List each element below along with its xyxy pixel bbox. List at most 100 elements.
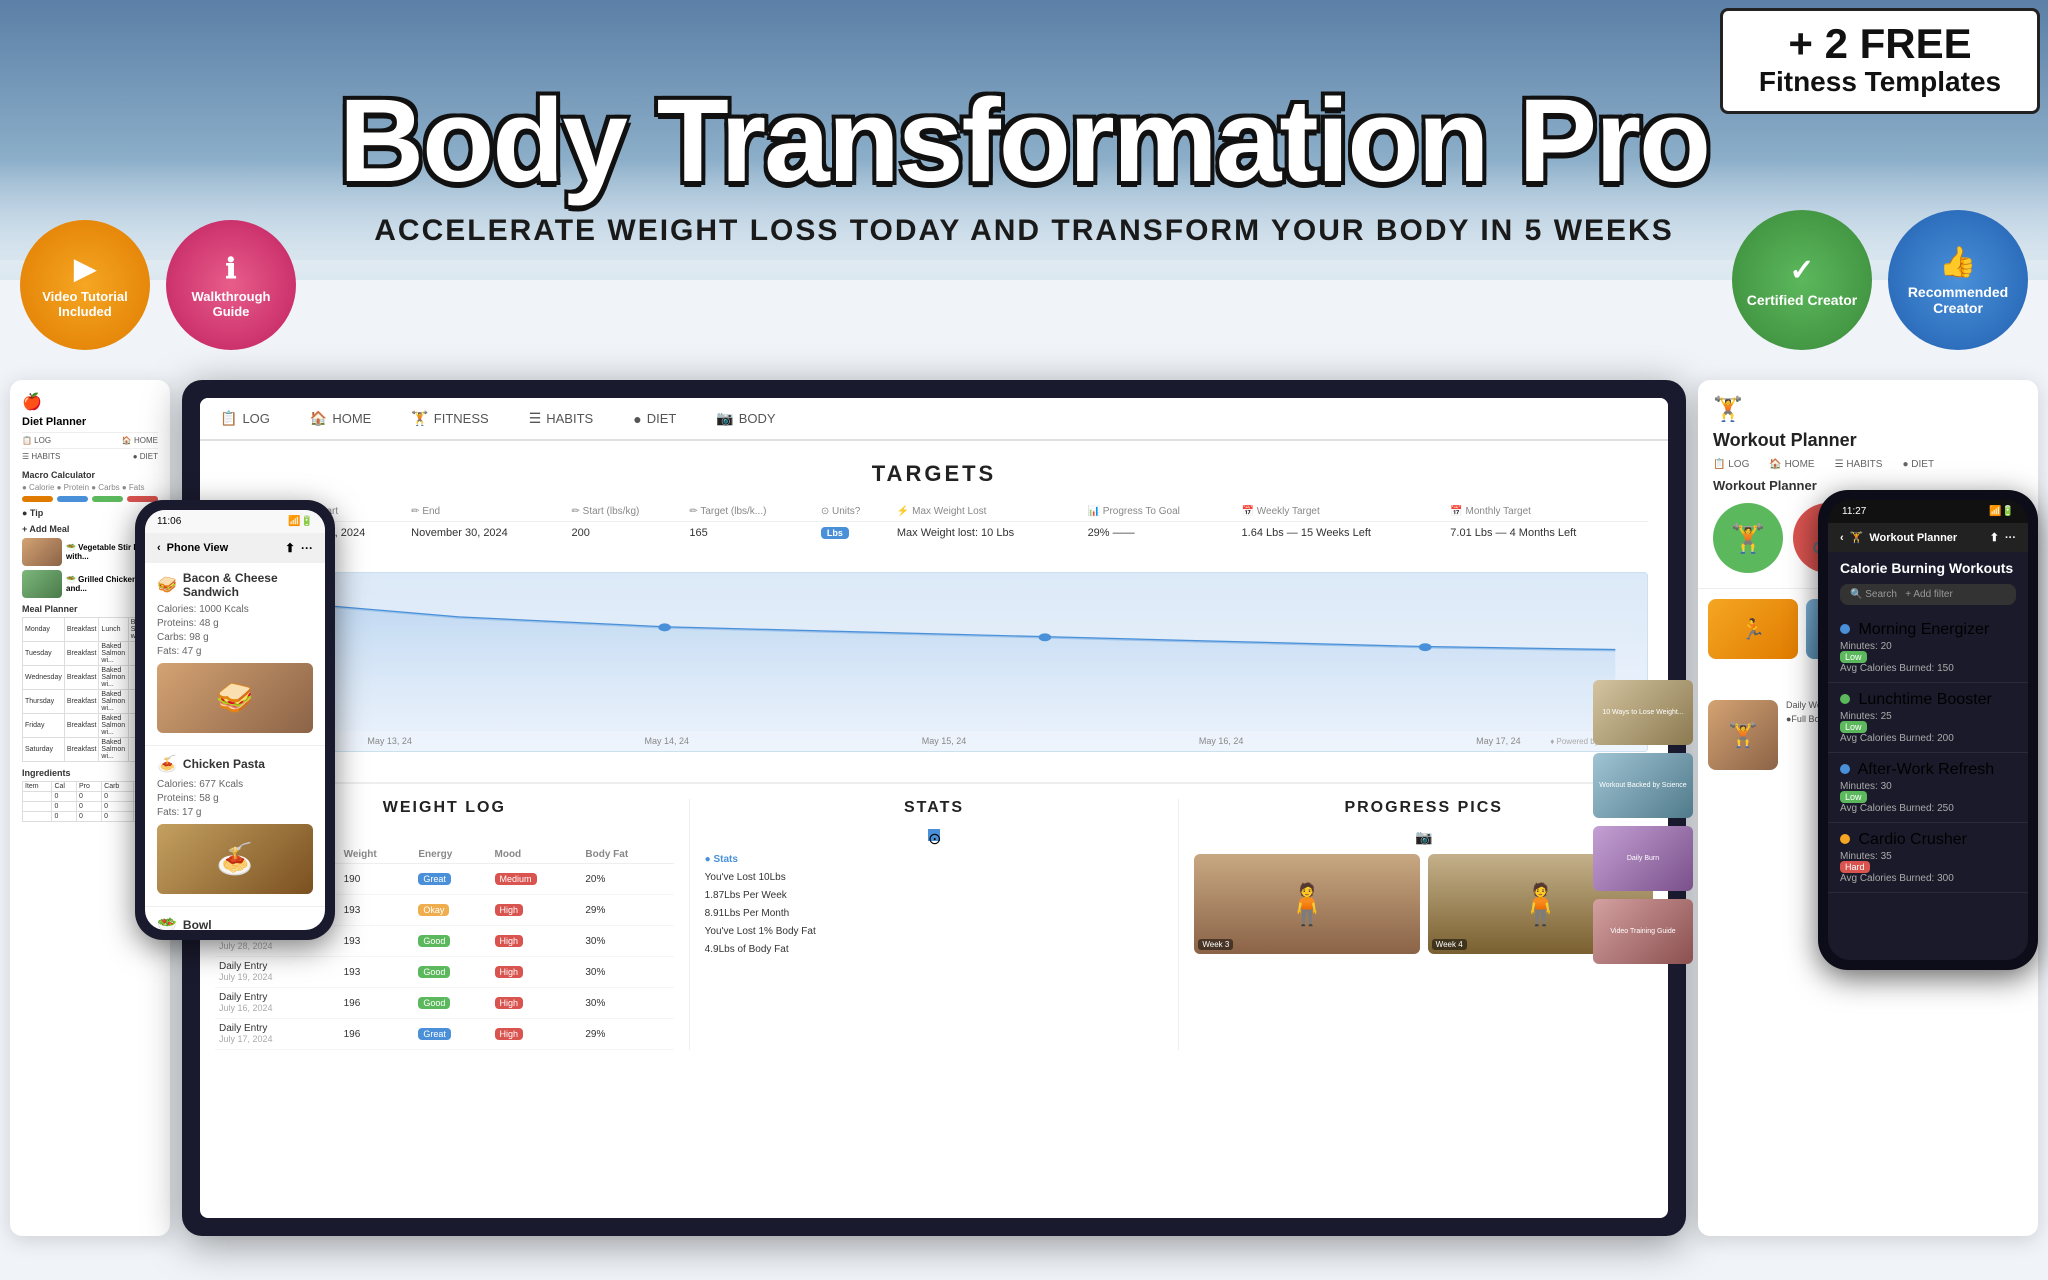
phone-r-search[interactable]: 🔍 Search + Add filter xyxy=(1840,584,2016,605)
food-name-2: Chicken Pasta xyxy=(183,757,265,771)
thumb-1[interactable]: 🏃 xyxy=(1708,599,1798,659)
weight-chart: 195 190 185 180 175 xyxy=(220,572,1648,752)
diet-nav-log[interactable]: 📋 LOG xyxy=(22,436,51,445)
log-icon: 📋 xyxy=(220,410,237,427)
tablet-nav: 📋 LOG 🏠 HOME 🏋 FITNESS ☰ HABITS xyxy=(200,398,1668,441)
side-thumb-4-text: Video Training Guide xyxy=(1606,924,1679,939)
side-thumb-2-text: Workout Backed by Science xyxy=(1595,778,1690,793)
difficulty-1: Low xyxy=(1840,651,1867,663)
walkthrough-guide-button[interactable]: ℹ Walkthrough Guide xyxy=(166,220,296,350)
nav-fitness[interactable]: 🏋 FITNESS xyxy=(411,410,488,427)
activity-icon-weights[interactable]: 🏋 xyxy=(1713,503,1783,573)
workout-item-4: Cardio Crusher Minutes: 35 Hard Avg Calo… xyxy=(1828,823,2028,893)
thumbs-up-icon: 👍 xyxy=(1939,245,1976,280)
check-icon: ✓ xyxy=(1789,253,1814,288)
workout-detail-3: Minutes: 30 Low Avg Calories Burned: 250 xyxy=(1840,781,2016,814)
x-may16: May 16, 24 xyxy=(1199,736,1244,746)
phone-r-more[interactable]: ··· xyxy=(2005,532,2016,544)
stats-line3: 1.87Lbs Per Week xyxy=(705,887,1164,905)
targets-table: Aa Stats ✏ Start ✏ End ✏ Start (lbs/kg) … xyxy=(220,502,1648,562)
workout-calories-4: Avg Calories Burned: 300 xyxy=(1840,873,2016,884)
stats-line5: You've Lost 1% Body Fat xyxy=(705,923,1164,941)
log-energy-2: Okay xyxy=(414,895,490,926)
habits-icon: ☰ xyxy=(529,410,542,427)
stats-dot: ⊙ xyxy=(928,829,940,841)
food-emoji-2: 🍝 xyxy=(157,754,177,774)
side-thumb-3-text: Daily Burn xyxy=(1623,851,1663,866)
week4-label: Week 4 xyxy=(1432,939,1467,950)
difficulty-2: Low xyxy=(1840,721,1867,733)
targets-title: TARGETS xyxy=(220,461,1648,487)
target-start-val: 200 xyxy=(566,522,684,544)
food-name-3: Bowl xyxy=(183,918,212,930)
stats-text: ● Stats You've Lost 10Lbs 1.87Lbs Per We… xyxy=(705,851,1164,959)
video-tutorial-button[interactable]: ▶ Video Tutorial Included xyxy=(20,220,150,350)
phone-r-statusbar: 11:27 📶🔋 xyxy=(1828,500,2028,523)
log-energy-3: Good xyxy=(414,926,490,957)
workout-minutes-1: Minutes: 20 xyxy=(1840,641,2016,652)
workout-nav-home[interactable]: 🏠 HOME xyxy=(1769,459,1814,470)
macro-hint: ● Calorie ● Protein ● Carbs ● Fats xyxy=(22,483,158,492)
phone-r-share[interactable]: ⬆ xyxy=(1990,531,1999,544)
nav-diet[interactable]: ● DIET xyxy=(633,410,676,427)
phone-left-mockup: 11:06 📶🔋 ‹ Phone View ⬆ ··· 🥪 Bacon & Ch… xyxy=(135,500,335,940)
more-icon[interactable]: ··· xyxy=(301,541,313,555)
log-row-4: Daily EntryJuly 19, 2024 193 Good High 3… xyxy=(215,957,674,988)
nav-home-label: HOME xyxy=(332,411,371,426)
free-badge-title: + 2 FREE xyxy=(1743,23,2017,65)
workout-nav-log[interactable]: 📋 LOG xyxy=(1713,459,1749,470)
target-units: Lbs xyxy=(815,522,891,544)
diet-nav-diet[interactable]: ● DIET xyxy=(133,452,158,461)
col-target: ✏ Target (lbs/k...) xyxy=(683,502,815,522)
search-label: Search xyxy=(1865,589,1897,600)
log-bf-3: 30% xyxy=(581,926,673,957)
workout-label-4: Cardio Crusher xyxy=(1858,831,1966,848)
phone-r-back[interactable]: ‹ xyxy=(1840,532,1844,544)
nav-habits[interactable]: ☰ HABITS xyxy=(529,410,594,427)
col-monthly: 📅 Monthly Target xyxy=(1444,502,1648,522)
proteins-1: Proteins: 48 g xyxy=(157,617,313,631)
workout-item-2: Lunchtime Booster Minutes: 25 Low Avg Ca… xyxy=(1828,683,2028,753)
new-row-label[interactable]: + New xyxy=(220,543,1648,562)
workout-label-1: Morning Energizer xyxy=(1858,621,1989,638)
log-weight-1: 190 xyxy=(340,864,415,895)
diet-nav-row: 📋 LOG 🏠 HOME xyxy=(22,432,158,448)
workout-nav-diet[interactable]: ● DIET xyxy=(1902,459,1934,470)
calories-2: Calories: 677 Kcals xyxy=(157,778,313,792)
log-mood-2: High xyxy=(491,895,582,926)
thumb-4[interactable]: 🏋 xyxy=(1708,700,1778,770)
food-emoji-1: 🥪 xyxy=(157,575,177,595)
stats-title: STATS xyxy=(705,799,1164,817)
share-icon[interactable]: ⬆ xyxy=(285,541,295,555)
workout-nav-habits[interactable]: ☰ HABITS xyxy=(1835,459,1883,470)
diet-planner-title: Diet Planner xyxy=(22,416,158,428)
meal-thumb-2 xyxy=(22,570,62,598)
nav-body[interactable]: 📷 BODY xyxy=(716,410,775,427)
phone-time-left: 11:06 xyxy=(157,516,181,527)
log-mood-4: High xyxy=(491,957,582,988)
phone-r-status: 📶🔋 xyxy=(1989,506,2014,517)
workout-calories-3: Avg Calories Burned: 250 xyxy=(1840,803,2016,814)
diet-nav-habits[interactable]: ☰ HABITS xyxy=(22,452,60,461)
add-filter-label[interactable]: + Add filter xyxy=(1905,589,1953,600)
info-icon: ℹ xyxy=(226,252,237,285)
food-image-2: 🍝 xyxy=(157,824,313,894)
log-date-4: Daily EntryJuly 19, 2024 xyxy=(215,957,340,988)
fitness-icon: 🏋 xyxy=(411,410,428,427)
phone-right-frame: 11:27 📶🔋 ‹ 🏋 Workout Planner ⬆ ··· Calor… xyxy=(1818,490,2038,970)
log-energy-4: Good xyxy=(414,957,490,988)
side-thumb-2: Workout Backed by Science xyxy=(1593,753,1693,818)
play-icon: ▶ xyxy=(74,252,96,285)
targets-row: Stats July 1, 2024 November 30, 2024 200… xyxy=(220,522,1648,544)
nav-log[interactable]: 📋 LOG xyxy=(220,410,270,427)
back-icon[interactable]: ‹ xyxy=(157,542,161,554)
phone-r-header: ‹ 🏋 Workout Planner ⬆ ··· xyxy=(1828,523,2028,552)
log-energy-5: Good xyxy=(414,988,490,1019)
log-bf-2: 29% xyxy=(581,895,673,926)
week3-label: Week 3 xyxy=(1198,939,1233,950)
meal-thumb-1 xyxy=(22,538,62,566)
food-header-1: 🥪 Bacon & Cheese Sandwich xyxy=(157,571,313,599)
diet-nav-home[interactable]: 🏠 HOME xyxy=(122,436,158,445)
workout-detail-4: Minutes: 35 Hard Avg Calories Burned: 30… xyxy=(1840,851,2016,884)
nav-home[interactable]: 🏠 HOME xyxy=(310,410,371,427)
